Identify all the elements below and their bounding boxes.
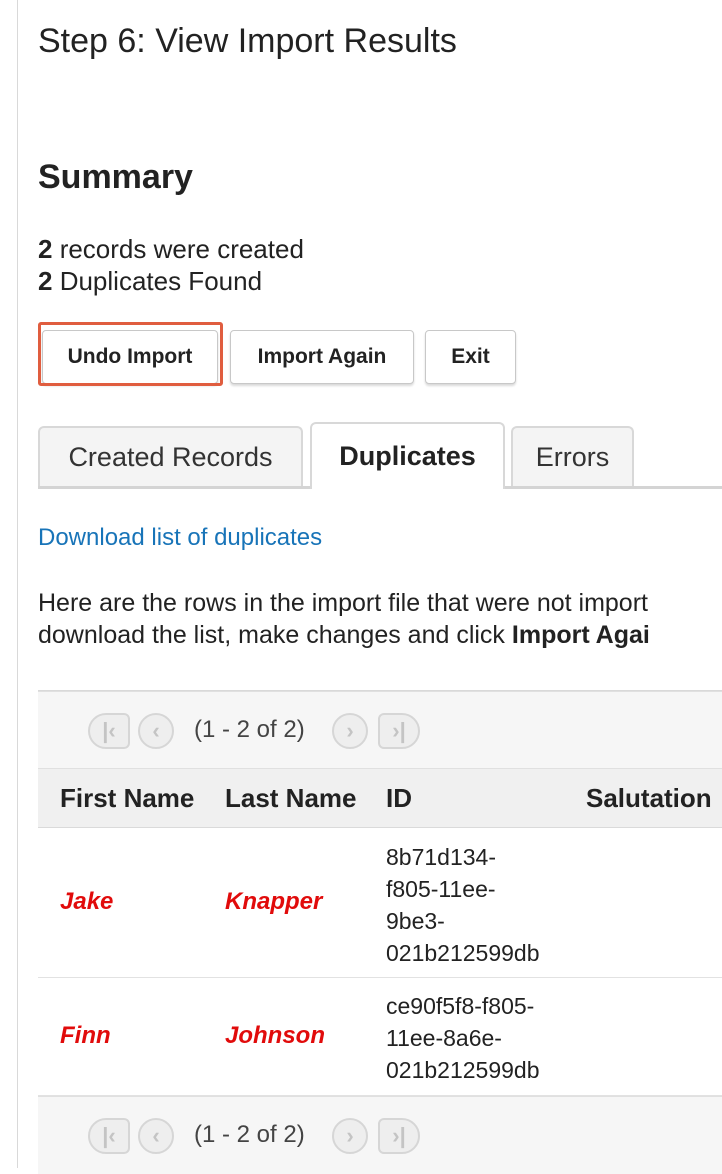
description-prefix: download the list, make changes and clic… [38,621,512,649]
next-page-icon[interactable]: › [332,713,368,749]
pagination-bottom: |‹ ‹ (1 - 2 of 2) › ›| [38,1096,722,1174]
table-header: First Name Last Name ID Salutation [38,769,722,828]
first-page-icon[interactable]: |‹ [88,713,130,749]
id-line: f805-11ee- [386,876,496,902]
id-line: 8b71d134- [386,844,496,870]
previous-page-icon[interactable]: ‹ [138,1118,174,1154]
tab-errors[interactable]: Errors [511,426,634,486]
id-line: 9be3- [386,908,445,934]
download-duplicates-link[interactable]: Download list of duplicates [38,524,322,552]
first-page-icon[interactable]: |‹ [88,1118,130,1154]
duplicates-count-line: 2 Duplicates Found [38,266,262,297]
column-header-last-name[interactable]: Last Name [225,783,357,814]
table-row: Finn Johnson ce90f5f8-f805- 11ee-8a6e- 0… [38,978,722,1096]
id-line: 021b212599db [386,940,540,966]
next-page-icon[interactable]: › [332,1118,368,1154]
column-header-salutation[interactable]: Salutation [586,783,712,814]
previous-page-icon[interactable]: ‹ [138,713,174,749]
created-count: 2 [38,234,53,264]
id-line: 11ee-8a6e- [386,1025,502,1051]
page-title: Step 6: View Import Results [38,22,457,60]
duplicates-count: 2 [38,266,53,296]
last-page-icon[interactable]: ›| [378,1118,420,1154]
column-header-first-name[interactable]: First Name [60,783,194,814]
description-bold: Import Agai [511,621,650,649]
pagination-count: (1 - 2 of 2) [194,1121,305,1148]
id-line: ce90f5f8-f805- [386,993,535,1019]
tab-duplicates[interactable]: Duplicates [310,422,505,489]
last-name-cell: Johnson [225,1022,325,1049]
description-line-1: Here are the rows in the import file tha… [38,589,648,617]
first-name-cell: Finn [60,1022,111,1049]
summary-heading: Summary [38,158,193,196]
duplicates-text: Duplicates Found [52,266,263,296]
tab-created-records[interactable]: Created Records [38,426,303,486]
created-text: records were created [52,234,304,264]
id-cell: 8b71d134- f805-11ee- 9be3- 021b212599db [386,841,540,969]
created-count-line: 2 records were created [38,234,304,265]
id-line: 021b212599db [386,1057,540,1083]
description-line-2: download the list, make changes and clic… [38,621,650,650]
pagination-count: (1 - 2 of 2) [194,716,305,743]
exit-button[interactable]: Exit [425,330,516,384]
undo-import-button[interactable]: Undo Import [42,330,218,384]
page-left-border [17,0,18,1168]
table-row: Jake Knapper 8b71d134- f805-11ee- 9be3- … [38,828,722,978]
import-again-button[interactable]: Import Again [230,330,414,384]
id-cell: ce90f5f8-f805- 11ee-8a6e- 021b212599db [386,990,540,1086]
first-name-cell: Jake [60,888,114,915]
last-page-icon[interactable]: ›| [378,713,420,749]
pagination-top: |‹ ‹ (1 - 2 of 2) › ›| [38,691,722,769]
last-name-cell: Knapper [225,888,323,915]
column-header-id[interactable]: ID [386,783,412,814]
